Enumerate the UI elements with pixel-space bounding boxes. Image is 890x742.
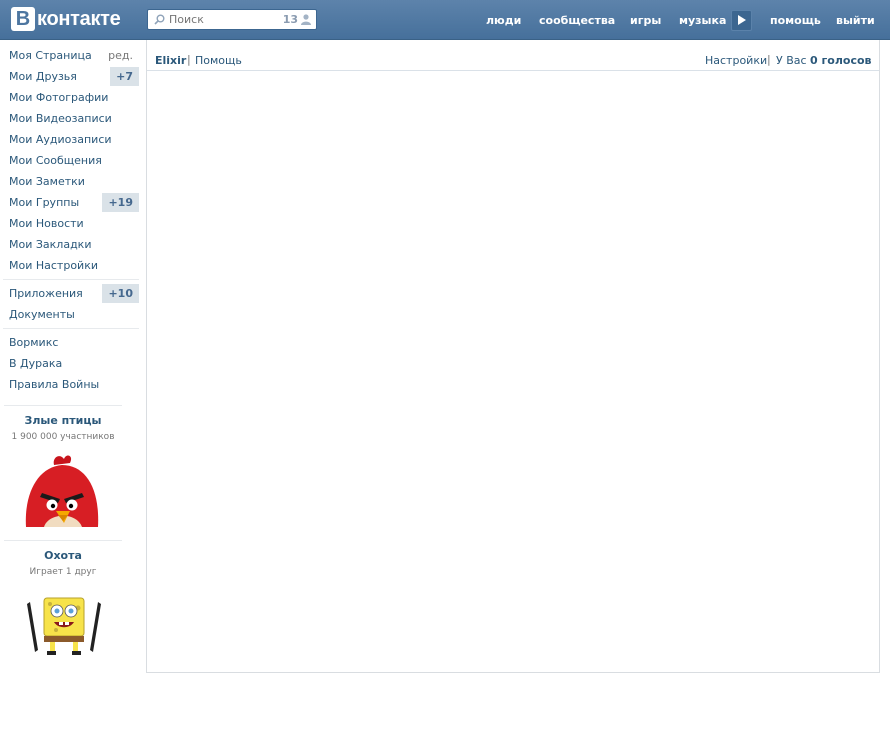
promo-members-count: 1 900 000 участников bbox=[11, 432, 115, 442]
sidebar-divider bbox=[4, 540, 122, 541]
edit-link[interactable]: ред. bbox=[108, 46, 133, 65]
top-header: В контакте 13 люди сообщества игры музык… bbox=[0, 0, 890, 40]
title-separator: | bbox=[187, 53, 191, 66]
app-title[interactable]: Elixir bbox=[155, 54, 186, 67]
sidebar-item-label[interactable]: Мои Заметки bbox=[3, 175, 85, 188]
promo-title-hunt[interactable]: Охота bbox=[4, 549, 122, 562]
search-count: 13 bbox=[282, 13, 298, 26]
sidebar-item-label[interactable]: Приложения bbox=[3, 287, 83, 300]
angry-bird-icon[interactable] bbox=[24, 453, 100, 527]
play-icon bbox=[737, 15, 746, 25]
apps-count-badge[interactable]: +10 bbox=[102, 284, 139, 303]
sidebar-item-label[interactable]: Мои Друзья bbox=[3, 70, 77, 83]
nav-communities[interactable]: сообщества bbox=[539, 14, 615, 27]
sidebar-item-label[interactable]: Правила Войны bbox=[3, 378, 99, 391]
sidebar-item-friends[interactable]: Мои Друзья +7 bbox=[3, 67, 139, 86]
user-icon[interactable] bbox=[301, 14, 311, 25]
promo-title-angry-birds[interactable]: Злые птицы bbox=[4, 414, 122, 427]
sidebar-item-label[interactable]: Мои Группы bbox=[3, 196, 79, 209]
app-canvas[interactable] bbox=[147, 72, 879, 672]
votes-prefix: У Вас bbox=[776, 54, 807, 67]
sidebar-item-label[interactable]: Мои Новости bbox=[3, 217, 84, 230]
sidebar-item-apps[interactable]: Приложения +10 bbox=[3, 284, 139, 303]
votes-value: 0 голосов bbox=[810, 54, 872, 67]
nav-logout[interactable]: выйти bbox=[836, 14, 875, 27]
sidebar-item-label[interactable]: Мои Закладки bbox=[3, 238, 91, 251]
search-icon bbox=[154, 14, 165, 25]
sidebar-item-videos[interactable]: Мои Видеозаписи bbox=[3, 109, 139, 128]
sidebar-item-label[interactable]: Мои Видеозаписи bbox=[3, 112, 112, 125]
sidebar-item-label[interactable]: Мои Сообщения bbox=[3, 154, 102, 167]
nav-music[interactable]: музыка bbox=[679, 14, 726, 27]
sidebar-item-label[interactable]: Документы bbox=[3, 308, 75, 321]
sidebar-item-label[interactable]: Мои Настройки bbox=[3, 259, 98, 272]
groups-count-badge[interactable]: +19 bbox=[102, 193, 139, 212]
sidebar-item-messages[interactable]: Мои Сообщения bbox=[3, 151, 139, 170]
votes-balance[interactable]: У Вас 0 голосов bbox=[776, 54, 872, 67]
sidebar-item-photos[interactable]: Мои Фотографии bbox=[3, 88, 139, 107]
sidebar-item-documents[interactable]: Документы bbox=[3, 305, 139, 324]
sidebar-divider bbox=[3, 279, 139, 280]
sidebar-divider bbox=[3, 328, 139, 329]
sidebar-item-settings[interactable]: Мои Настройки bbox=[3, 256, 139, 275]
app-header-bar: Elixir | Помощь Настройки | У Вас 0 голо… bbox=[147, 40, 879, 71]
settings-separator: | bbox=[767, 53, 771, 66]
app-help-link[interactable]: Помощь bbox=[195, 54, 242, 67]
sidebar-divider bbox=[4, 405, 122, 406]
sidebar-item-audio[interactable]: Мои Аудиозаписи bbox=[3, 130, 139, 149]
sidebar-item-bookmarks[interactable]: Мои Закладки bbox=[3, 235, 139, 254]
sidebar-item-groups[interactable]: Мои Группы +19 bbox=[3, 193, 139, 212]
app-container: Elixir | Помощь Настройки | У Вас 0 голо… bbox=[146, 40, 880, 673]
promo-friends-playing: Играет 1 друг bbox=[29, 567, 97, 577]
sidebar-item-label[interactable]: Моя Страница bbox=[3, 49, 92, 62]
spongebob-hunter-icon[interactable] bbox=[26, 596, 102, 658]
nav-people[interactable]: люди bbox=[486, 14, 521, 27]
vk-logo[interactable]: В контакте bbox=[11, 7, 121, 31]
sidebar-item-my-page[interactable]: Моя Страница ред. bbox=[3, 46, 139, 65]
sidebar-item-notes[interactable]: Мои Заметки bbox=[3, 172, 139, 191]
sidebar-item-news[interactable]: Мои Новости bbox=[3, 214, 139, 233]
music-play-button[interactable] bbox=[731, 9, 752, 31]
search-box: 13 bbox=[147, 9, 317, 30]
nav-games[interactable]: игры bbox=[630, 14, 661, 27]
sidebar-item-label[interactable]: В Дурака bbox=[3, 357, 62, 370]
sidebar-item-label[interactable]: Мои Фотографии bbox=[3, 91, 108, 104]
logo-text: контакте bbox=[37, 7, 121, 30]
friends-count-badge[interactable]: +7 bbox=[110, 67, 139, 86]
sidebar-item-war-rules[interactable]: Правила Войны bbox=[3, 375, 139, 394]
search-input[interactable] bbox=[169, 13, 269, 26]
sidebar-item-label[interactable]: Вормикс bbox=[3, 336, 58, 349]
logo-mark: В bbox=[11, 7, 35, 31]
sidebar-item-label[interactable]: Мои Аудиозаписи bbox=[3, 133, 112, 146]
sidebar-item-durak[interactable]: В Дурака bbox=[3, 354, 139, 373]
app-settings-link[interactable]: Настройки bbox=[705, 54, 767, 67]
nav-help[interactable]: помощь bbox=[770, 14, 821, 27]
sidebar-item-wormix[interactable]: Вормикс bbox=[3, 333, 139, 352]
